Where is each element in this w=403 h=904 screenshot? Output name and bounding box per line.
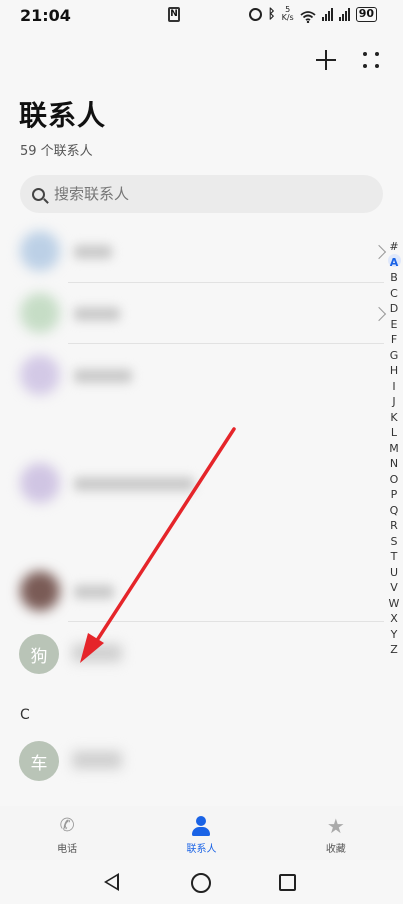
page-title: 联系人 bbox=[19, 99, 107, 132]
alphabet-index[interactable]: # A B C D E F G H I J K L M N O P Q R S T U V W X Y Z bbox=[386, 239, 402, 658]
nav-phone-label: 电话 bbox=[57, 844, 78, 855]
status-icons: ᛒ 5 K/s 90 bbox=[248, 6, 377, 24]
recent-apps-icon[interactable] bbox=[279, 874, 296, 891]
contact-name bbox=[74, 369, 132, 383]
avatar[interactable]: 车 bbox=[19, 741, 59, 781]
back-icon[interactable] bbox=[104, 873, 119, 891]
list-item[interactable] bbox=[12, 283, 384, 343]
nav-favorites[interactable]: ★ 收藏 bbox=[269, 806, 403, 860]
bottom-nav: ✆ 电话 联系人 ★ 收藏 bbox=[0, 806, 403, 860]
status-bar: 21:04 N ᛒ 5 K/s 90 bbox=[0, 0, 403, 32]
contact-name bbox=[74, 245, 112, 259]
index-letter-u[interactable]: U bbox=[386, 565, 402, 581]
index-letter-b[interactable]: B bbox=[386, 270, 402, 286]
phone-icon: ✆ bbox=[59, 815, 75, 836]
index-letter-g[interactable]: G bbox=[386, 348, 402, 364]
avatar[interactable]: 狗 bbox=[19, 634, 59, 674]
home-icon[interactable] bbox=[191, 873, 211, 893]
network-speed: 5 K/s bbox=[282, 6, 294, 22]
nav-favorites-label: 收藏 bbox=[325, 844, 346, 855]
search-bar[interactable] bbox=[20, 175, 383, 213]
avatar bbox=[20, 231, 60, 271]
index-letter-e[interactable]: E bbox=[386, 317, 402, 333]
divider bbox=[68, 343, 384, 344]
list-item[interactable] bbox=[12, 345, 384, 405]
index-letter-f[interactable]: F bbox=[386, 332, 402, 348]
system-nav-bar bbox=[0, 860, 403, 904]
contact-name[interactable] bbox=[72, 644, 122, 662]
nav-contacts[interactable]: 联系人 bbox=[134, 806, 268, 860]
more-options-icon[interactable] bbox=[363, 49, 381, 71]
index-letter-c[interactable]: C bbox=[386, 286, 402, 302]
nav-contacts-label: 联系人 bbox=[186, 844, 217, 855]
index-letter-v[interactable]: V bbox=[386, 580, 402, 596]
bluetooth-icon: ᛒ bbox=[267, 6, 276, 22]
nav-phone[interactable]: ✆ 电话 bbox=[0, 806, 134, 860]
nfc-icon: N bbox=[168, 7, 180, 22]
index-letter-o[interactable]: O bbox=[386, 472, 402, 488]
search-input[interactable] bbox=[54, 185, 334, 203]
divider bbox=[68, 621, 384, 622]
person-icon bbox=[190, 816, 212, 836]
index-letter-a[interactable]: A bbox=[386, 255, 402, 271]
contact-name bbox=[74, 477, 194, 491]
index-letter-y[interactable]: Y bbox=[386, 627, 402, 643]
avatar bbox=[20, 293, 60, 333]
index-letter-s[interactable]: S bbox=[386, 534, 402, 550]
list-item[interactable] bbox=[12, 453, 384, 513]
index-letter-m[interactable]: M bbox=[386, 441, 402, 457]
star-icon: ★ bbox=[326, 814, 345, 838]
avatar bbox=[20, 355, 60, 395]
index-letter-d[interactable]: D bbox=[386, 301, 402, 317]
index-letter-t[interactable]: T bbox=[386, 549, 402, 565]
status-time: 21:04 bbox=[20, 6, 71, 25]
network-speed-unit: K/s bbox=[281, 13, 294, 22]
list-item[interactable] bbox=[12, 221, 384, 281]
signal-icon-2 bbox=[338, 7, 350, 21]
index-letter-j[interactable]: J bbox=[386, 394, 402, 410]
signal-icon bbox=[321, 7, 333, 21]
index-letter-r[interactable]: R bbox=[386, 518, 402, 534]
index-letter-z[interactable]: Z bbox=[386, 642, 402, 658]
index-letter-q[interactable]: Q bbox=[386, 503, 402, 519]
avatar bbox=[20, 571, 60, 611]
index-letter-k[interactable]: K bbox=[386, 410, 402, 426]
section-header-c: C bbox=[20, 707, 30, 723]
battery-level: 90 bbox=[358, 7, 374, 20]
wifi-icon bbox=[300, 8, 316, 24]
index-letter-i[interactable]: I bbox=[386, 379, 402, 395]
avatar bbox=[20, 463, 60, 503]
index-letter-hash[interactable]: # bbox=[386, 239, 402, 255]
contact-name bbox=[74, 585, 114, 599]
index-letter-l[interactable]: L bbox=[386, 425, 402, 441]
index-letter-h[interactable]: H bbox=[386, 363, 402, 379]
index-letter-n[interactable]: N bbox=[386, 456, 402, 472]
top-actions bbox=[315, 49, 381, 71]
list-item[interactable] bbox=[12, 561, 384, 621]
index-letter-x[interactable]: X bbox=[386, 611, 402, 627]
contact-list-blurred bbox=[12, 221, 387, 622]
contact-name bbox=[74, 307, 120, 321]
battery-icon: 90 bbox=[355, 6, 377, 22]
contact-name[interactable] bbox=[72, 751, 122, 769]
index-letter-w[interactable]: W bbox=[386, 596, 402, 612]
index-letter-p[interactable]: P bbox=[386, 487, 402, 503]
search-icon bbox=[32, 187, 45, 201]
alarm-icon bbox=[248, 7, 262, 21]
add-contact-icon[interactable] bbox=[315, 49, 337, 71]
contact-count: 59 个联系人 bbox=[20, 144, 93, 159]
